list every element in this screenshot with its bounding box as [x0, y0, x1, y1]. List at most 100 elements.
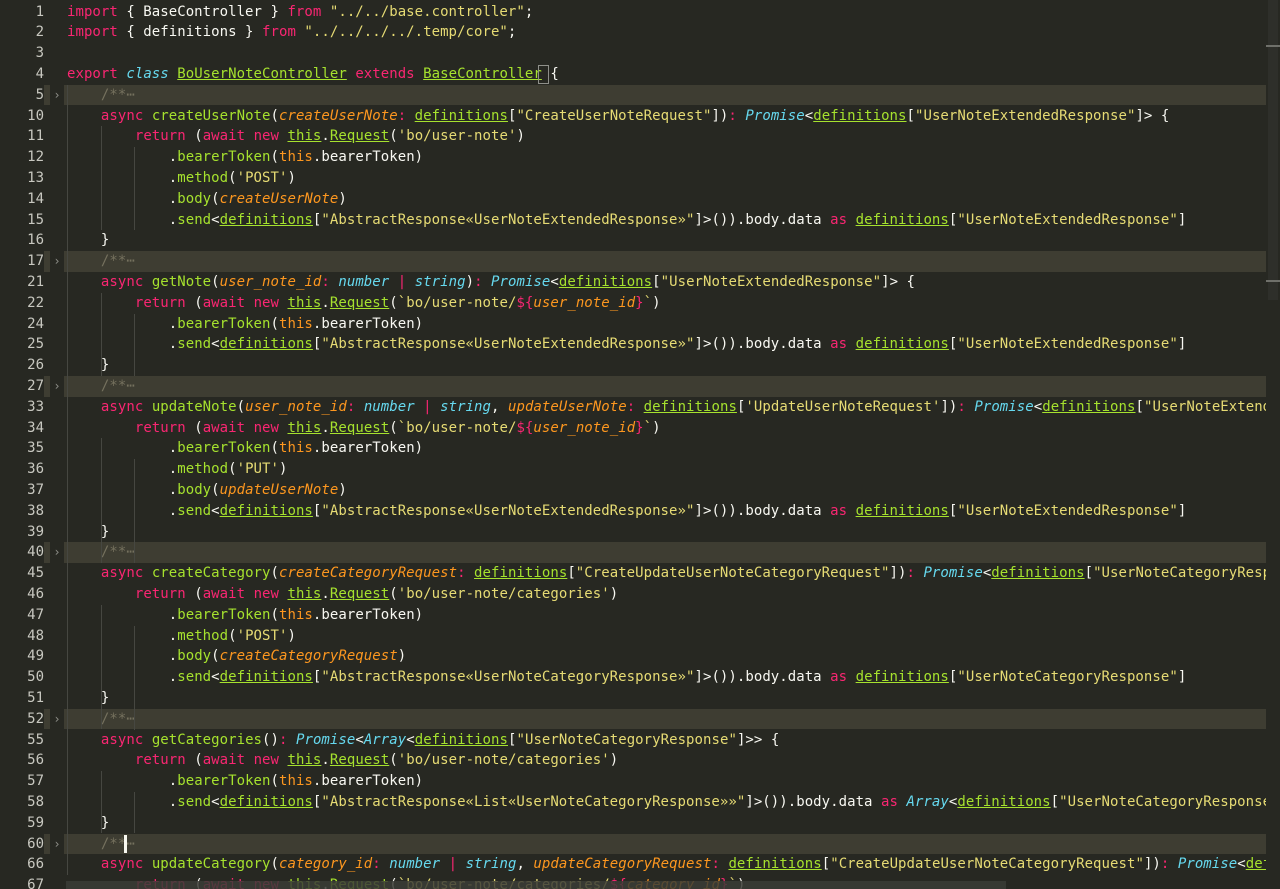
code-editor[interactable]: 1 import { BaseController } from "../../b…	[0, 0, 1280, 889]
line-content: async createCategory(createCategoryReque…	[67, 563, 1266, 584]
code-line[interactable]: 48 .method('POST')	[0, 626, 1266, 647]
chevron-right-icon[interactable]: ›	[50, 84, 64, 106]
line-number: 66	[27, 856, 44, 873]
code-token: (	[236, 398, 246, 415]
code-line[interactable]: 12 .bearerToken(this.bearerToken)	[0, 147, 1266, 168]
code-token: "UserNoteExtendedResponse"	[957, 211, 1178, 228]
code-line[interactable]: 56 return (await new this.Request('bo/us…	[0, 750, 1266, 771]
code-line[interactable]: 47 .bearerToken(this.bearerToken)	[0, 605, 1266, 626]
code-token: definitions	[991, 565, 1085, 582]
code-token: "../../../../.temp/core"	[304, 24, 508, 41]
code-line[interactable]: 66 async updateCategory(category_id: num…	[0, 854, 1266, 875]
code-token: /**⋯	[100, 544, 135, 561]
code-token: export	[67, 65, 118, 82]
line-content: .bearerToken(this.bearerToken)	[67, 771, 423, 792]
code-line[interactable]: 15 .send<definitions["AbstractResponse«U…	[0, 210, 1266, 231]
code-token: as	[830, 669, 848, 686]
code-token: (	[270, 149, 279, 166]
code-line[interactable]: 36 .method('PUT')	[0, 459, 1266, 480]
line-number: 36	[27, 461, 44, 478]
code-line[interactable]: 21 async getNote(user_note_id: number | …	[0, 272, 1266, 293]
chevron-right-icon[interactable]: ›	[50, 251, 64, 272]
code-token: 'POST'	[236, 627, 288, 644]
code-token: `bo/user-note/	[397, 294, 517, 311]
line-number: 67	[27, 877, 44, 889]
code-token: user_note_id	[533, 294, 636, 311]
code-token: (	[389, 128, 398, 145]
code-token: getNote	[151, 273, 212, 290]
code-token: :	[906, 565, 915, 582]
code-token: method	[177, 627, 229, 644]
code-area[interactable]: 1 import { BaseController } from "../../b…	[0, 0, 1266, 889]
code-line[interactable]: 3	[0, 43, 1266, 64]
code-line[interactable]: 52 › /**⋯	[0, 708, 1266, 730]
code-token: return	[134, 585, 186, 602]
code-line[interactable]: 10 async createUserNote(createUserNote: …	[0, 106, 1266, 127]
code-line[interactable]: 37 .body(updateUserNote)	[0, 480, 1266, 501]
chevron-right-icon[interactable]: ›	[50, 375, 64, 397]
code-token: this	[279, 440, 313, 457]
code-line[interactable]: 40 › /**⋯	[0, 542, 1266, 564]
chevron-right-icon[interactable]: ›	[50, 542, 64, 564]
code-line[interactable]: 57 .bearerToken(this.bearerToken)	[0, 771, 1266, 792]
code-line[interactable]: 17 › /**⋯	[0, 251, 1266, 272]
code-line[interactable]: 33 async updateNote(user_note_id: number…	[0, 397, 1266, 418]
code-line[interactable]: 22 return (await new this.Request(`bo/us…	[0, 293, 1266, 314]
code-line[interactable]: 11 return (await new this.Request('bo/us…	[0, 126, 1266, 147]
code-token: .	[321, 128, 330, 145]
code-token: <	[355, 731, 364, 748]
code-line[interactable]: 13 .method('POST')	[0, 168, 1266, 189]
code-line[interactable]: 45 async createCategory(createCategoryRe…	[0, 563, 1266, 584]
code-token: <	[211, 211, 220, 228]
code-token: :	[728, 107, 737, 124]
code-line[interactable]: 26 }	[0, 355, 1266, 376]
code-line[interactable]: 14 .body(createUserNote)	[0, 189, 1266, 210]
code-line[interactable]: 24 .bearerToken(this.bearerToken)	[0, 314, 1266, 335]
line-number: 56	[27, 752, 44, 769]
code-token: (	[185, 585, 203, 602]
code-token: this	[279, 315, 313, 332]
code-token: :	[711, 856, 720, 873]
chevron-right-icon[interactable]: ›	[50, 833, 64, 855]
code-line[interactable]: 2 import { definitions } from "../../../.…	[0, 22, 1266, 43]
code-token: .	[67, 461, 178, 478]
code-line[interactable]: 58 .send<definitions["AbstractResponse«L…	[0, 792, 1266, 813]
line-number: 60	[0, 833, 44, 855]
code-line[interactable]: 39 }	[0, 522, 1266, 543]
code-line[interactable]: 16 }	[0, 230, 1266, 251]
code-line[interactable]: 51 }	[0, 688, 1266, 709]
code-line[interactable]: 27 › /**⋯	[0, 375, 1266, 397]
code-line[interactable]: 59 }	[0, 813, 1266, 834]
code-token: BoUserNoteController	[177, 65, 347, 82]
text-cursor	[123, 834, 127, 853]
vertical-scrollbar[interactable]	[1266, 0, 1280, 889]
code-line[interactable]: 4 export class BoUserNoteController exten…	[0, 64, 1266, 85]
code-token: this	[287, 294, 322, 311]
code-token: ;	[507, 24, 517, 41]
code-token: this	[279, 606, 313, 623]
code-token: ]>()).body.data	[694, 502, 831, 519]
code-line[interactable]: 60 › /**⋯	[0, 833, 1266, 855]
code-line[interactable]: 34 return (await new this.Request(`bo/us…	[0, 418, 1266, 439]
code-line[interactable]: 55 async getCategories(): Promise<Array<…	[0, 730, 1266, 751]
code-line[interactable]: 1 import { BaseController } from "../../b…	[0, 2, 1266, 23]
code-token: <	[211, 793, 220, 810]
code-token: }	[635, 419, 644, 436]
code-token: (	[185, 419, 203, 436]
code-line[interactable]: 50 .send<definitions["AbstractResponse«U…	[0, 667, 1266, 688]
code-line[interactable]: 5 › /**⋯	[0, 84, 1266, 106]
code-token: definitions	[643, 398, 737, 415]
code-token: :	[279, 731, 288, 748]
code-line[interactable]: 35 .bearerToken(this.bearerToken)	[0, 438, 1266, 459]
horizontal-scrollbar[interactable]	[66, 881, 1006, 889]
code-line[interactable]: 46 return (await new this.Request('bo/us…	[0, 584, 1266, 605]
code-token: .	[67, 440, 178, 457]
code-token: [	[821, 856, 831, 873]
code-line[interactable]: 49 .body(createCategoryRequest)	[0, 646, 1266, 667]
code-line[interactable]: 25 .send<definitions["AbstractResponse«U…	[0, 334, 1266, 355]
chevron-right-icon[interactable]: ›	[50, 708, 64, 730]
code-line[interactable]: 38 .send<definitions["AbstractResponse«U…	[0, 501, 1266, 522]
